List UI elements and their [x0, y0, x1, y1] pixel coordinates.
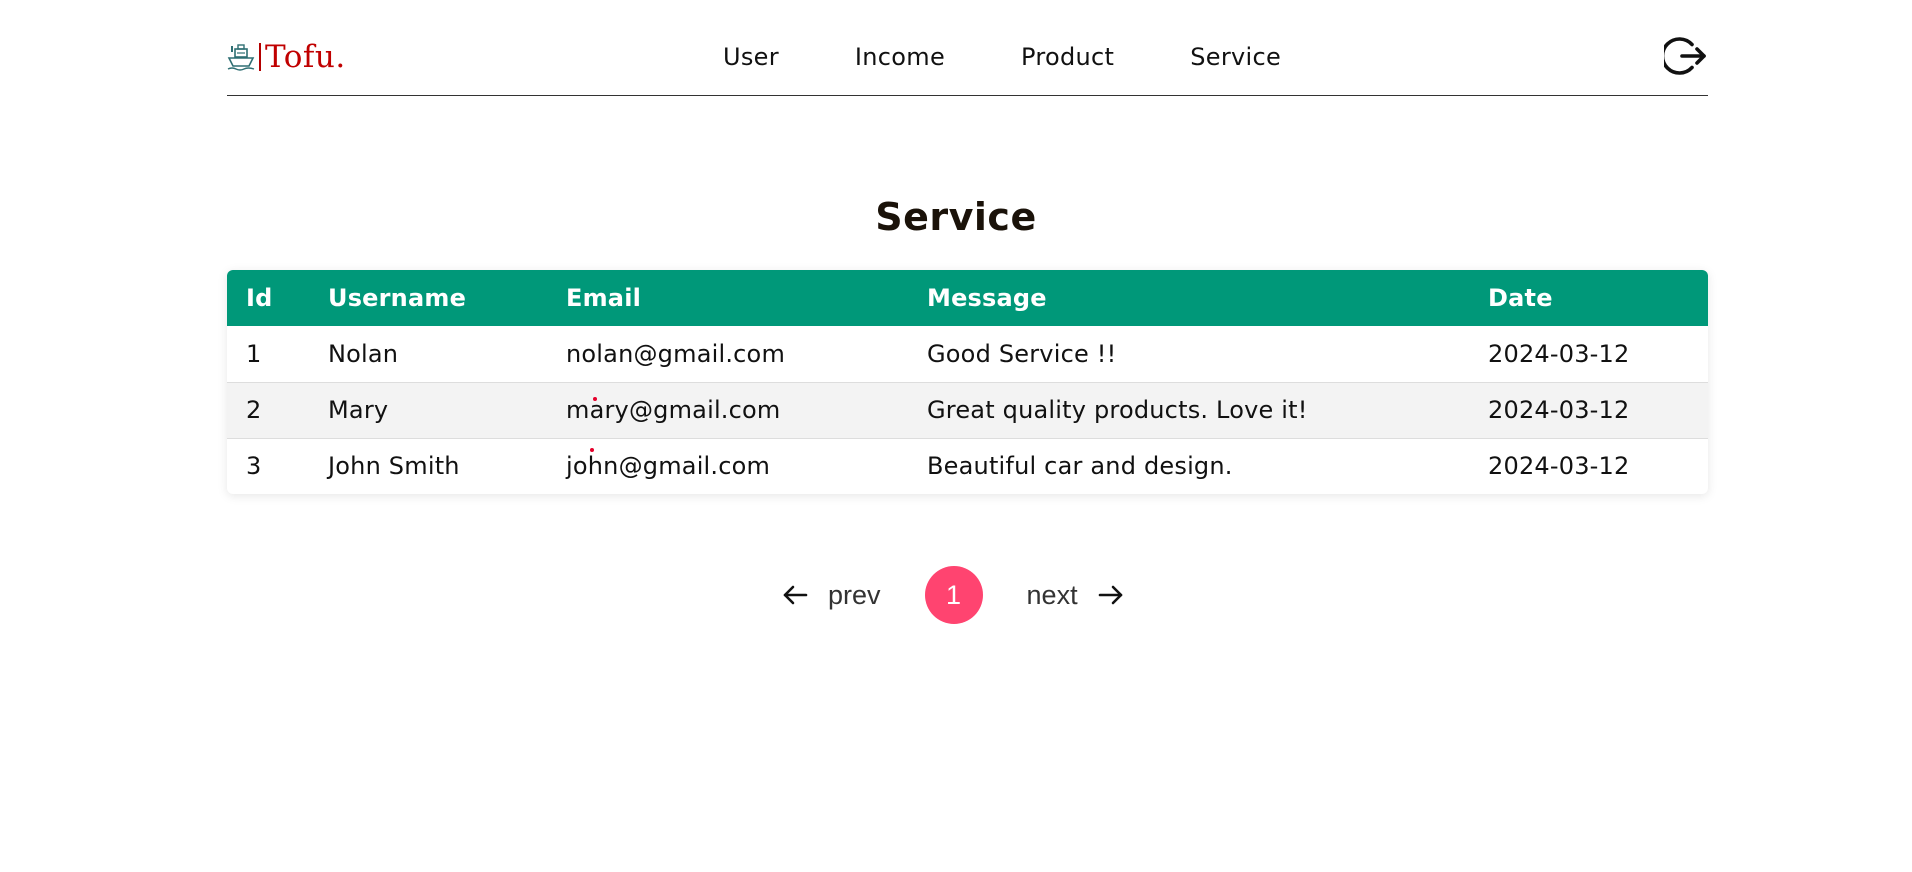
table-row: 1 Nolan nolan@gmail.com Good Service !! …	[227, 326, 1708, 382]
logo-divider	[259, 43, 261, 71]
cursor-marker-dot	[590, 448, 594, 452]
cell-message: Great quality products. Love it!	[927, 396, 1308, 424]
column-header-email: Email	[566, 284, 642, 312]
cursor-marker-dot	[593, 397, 597, 401]
ship-logo-icon	[227, 42, 255, 72]
nav-item-product[interactable]: Product	[1021, 40, 1114, 74]
arrow-right-icon	[1098, 585, 1122, 605]
column-header-username: Username	[328, 284, 467, 312]
logo[interactable]: Tofu.	[227, 38, 346, 76]
nav-item-user[interactable]: User	[723, 40, 779, 74]
top-header: Tofu. User Income Product Service	[227, 0, 1708, 96]
logout-icon	[1660, 37, 1706, 75]
cell-username: Mary	[328, 396, 389, 424]
column-header-id: Id	[246, 284, 273, 312]
table-row: 3 John Smith john@gmail.com Beautiful ca…	[227, 438, 1708, 494]
nav-item-service[interactable]: Service	[1190, 40, 1281, 74]
cell-date: 2024-03-12	[1488, 452, 1630, 481]
prev-page-button[interactable]: prev	[782, 578, 881, 612]
arrow-left-icon	[783, 585, 808, 605]
column-header-date: Date	[1488, 284, 1553, 312]
logo-text: Tofu.	[265, 39, 346, 75]
cell-message: Beautiful car and design.	[927, 452, 1233, 481]
pagination: prev 1 next	[782, 566, 1124, 624]
next-label: next	[1026, 580, 1078, 610]
cell-username: Nolan	[328, 339, 399, 368]
page-title: Service	[875, 195, 1037, 239]
cell-id: 3	[246, 452, 262, 481]
service-table: Id Username Email Message Date 1 Nolan n…	[227, 270, 1708, 494]
nav-item-income[interactable]: Income	[855, 40, 945, 74]
prev-label: prev	[828, 580, 881, 610]
cell-username: John Smith	[328, 452, 460, 481]
table-header-row: Id Username Email Message Date	[227, 270, 1708, 326]
cell-id: 2	[246, 396, 262, 424]
cell-email: mary@gmail.com	[566, 396, 781, 424]
cell-date: 2024-03-12	[1488, 339, 1630, 368]
cell-email: nolan@gmail.com	[566, 339, 786, 368]
cell-message: Good Service !!	[927, 339, 1117, 368]
logout-button[interactable]	[1660, 36, 1708, 76]
cell-email: john@gmail.com	[566, 452, 771, 481]
page-number-current[interactable]: 1	[924, 566, 983, 624]
table-row: 2 Mary mary@gmail.com Great quality prod…	[227, 382, 1708, 438]
column-header-message: Message	[927, 284, 1047, 312]
cell-id: 1	[246, 339, 262, 368]
next-page-button[interactable]: next	[1027, 578, 1124, 612]
cell-date: 2024-03-12	[1488, 396, 1630, 424]
page: Tofu. User Income Product Service Servic…	[0, 0, 1912, 872]
